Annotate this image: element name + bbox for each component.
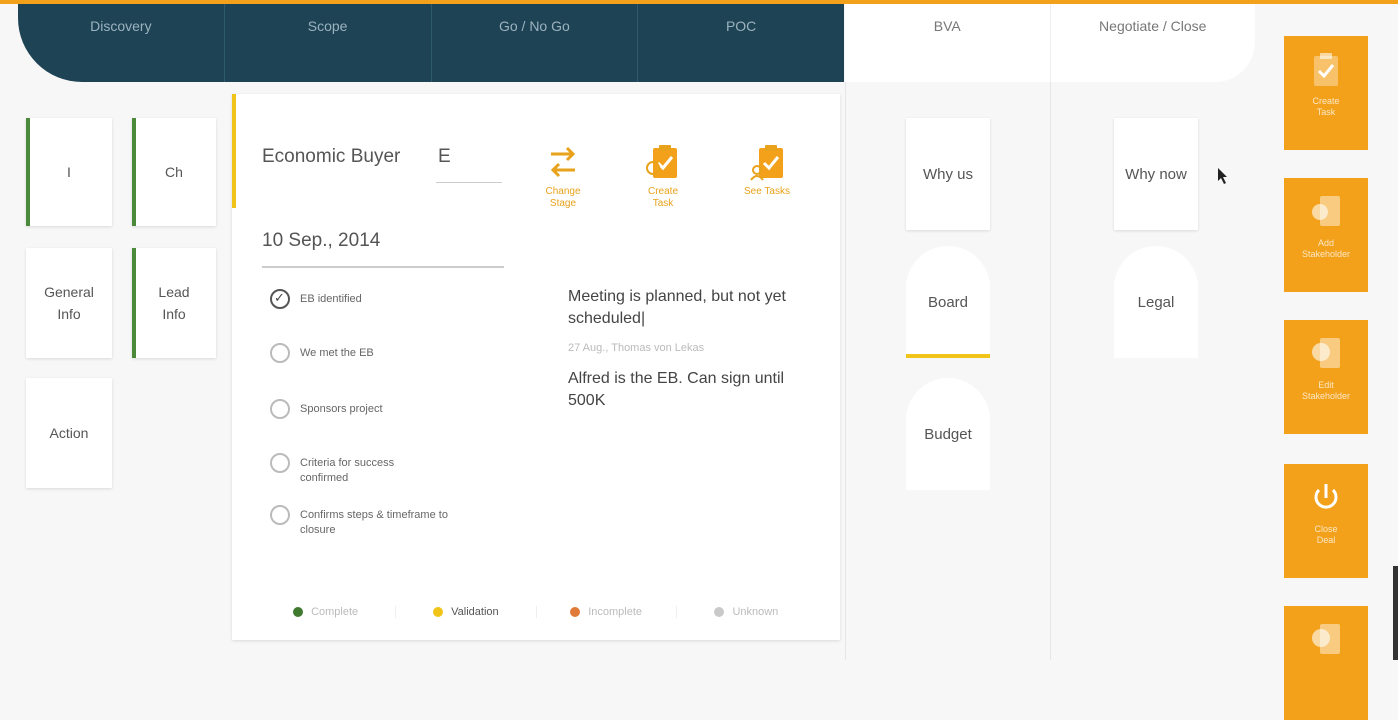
tile-why-us[interactable]: Why us <box>906 118 990 230</box>
date-field[interactable]: 10 Sep., 2014 <box>262 230 380 252</box>
card-label: Action <box>49 425 89 441</box>
legend-label: Unknown <box>732 606 779 618</box>
power-icon <box>1314 484 1338 509</box>
stage-bar-upcoming: BVA Negotiate / Close <box>845 4 1255 82</box>
stage-tab-go-no-go[interactable]: Go / No Go <box>432 4 639 82</box>
checklist-label: EB identified <box>300 293 362 305</box>
card-label: I <box>67 164 71 180</box>
stage-tab-negotiate-close[interactable]: Negotiate / Close <box>1051 4 1256 82</box>
panel-title: Economic Buyer <box>262 146 401 167</box>
stage-tab-discovery[interactable]: Discovery <box>18 4 225 82</box>
tile-label: Legal <box>1137 293 1175 311</box>
sidebar-document-button[interactable] <box>1284 606 1368 720</box>
stage-tab-bva[interactable]: BVA <box>845 4 1051 82</box>
scrollbar[interactable] <box>1393 566 1398 660</box>
see-tasks-label: See Tasks <box>744 186 790 197</box>
checkbox[interactable] <box>270 343 290 363</box>
card-label: Lead Info <box>158 284 190 322</box>
see-tasks-button[interactable]: See Tasks <box>732 142 802 198</box>
card-lead-info[interactable]: Lead Info <box>132 248 216 358</box>
document-icon <box>1312 624 1340 654</box>
sidebar-tile-label: Edit Stakeholder <box>1301 380 1351 401</box>
legend-validation: Validation <box>396 606 537 618</box>
checkbox[interactable] <box>270 399 290 419</box>
sidebar-create-task-button[interactable]: Create Task <box>1284 36 1368 150</box>
stage-tab-scope[interactable]: Scope <box>225 4 432 82</box>
tile-budget[interactable]: Budget <box>906 378 990 490</box>
stage-tab-poc[interactable]: POC <box>638 4 844 82</box>
card-action[interactable]: Action <box>26 378 112 488</box>
change-stage-label: Change Stage <box>545 186 581 209</box>
checklist-item[interactable]: We met the EB <box>270 343 485 366</box>
change-stage-button[interactable]: Change Stage <box>528 142 598 210</box>
card-status-bar <box>132 248 136 358</box>
sidebar-add-stakeholder-button[interactable]: Add Stakeholder <box>1284 178 1368 292</box>
checkbox[interactable] <box>270 505 290 525</box>
sidebar-tile-label: Create Task <box>1312 96 1340 117</box>
sidebar-tile-label: Close Deal <box>1314 524 1338 545</box>
tile-label: Why us <box>922 165 973 183</box>
card-label: General Info <box>44 284 94 322</box>
note-meta: 27 Aug., Thomas von Lekas <box>568 342 705 354</box>
mouse-cursor-icon <box>1218 168 1227 184</box>
economic-buyer-panel: Economic Buyer E 10 Sep., 2014 Change St… <box>232 94 840 640</box>
sidebar-tile-label: Add Stakeholder <box>1301 238 1351 259</box>
abbreviation-underline <box>436 182 502 183</box>
card-status-bar <box>26 118 30 226</box>
abbreviation-field[interactable]: E <box>438 146 451 168</box>
create-task-button[interactable]: Create Task <box>628 142 698 210</box>
clipboard-check-icon <box>1314 53 1338 86</box>
checklist-label: We met the EB <box>300 347 374 359</box>
note-input[interactable]: Meeting is planned, but not yet schedule… <box>568 286 798 330</box>
note-text: Alfred is the EB. Can sign until 500K <box>568 370 785 409</box>
tile-label: Why now <box>1125 165 1187 183</box>
card-ch[interactable]: Ch <box>132 118 216 226</box>
checklist-item[interactable]: Criteria for success confirmed <box>270 453 430 486</box>
sidebar-close-deal-button[interactable]: Close Deal <box>1284 464 1368 578</box>
legend-unknown: Unknown <box>677 606 816 618</box>
card-i[interactable]: I <box>26 118 112 226</box>
tile-legal[interactable]: Legal <box>1114 246 1198 358</box>
card-status-bar <box>132 118 136 226</box>
legend-label: Incomplete <box>588 606 643 618</box>
checklist-label: Sponsors project <box>300 403 383 415</box>
legend-dot <box>714 607 725 617</box>
tile-selected-underline <box>906 354 990 358</box>
person-add-icon <box>1312 196 1340 226</box>
legend-dot <box>433 607 444 617</box>
legend-dot <box>570 607 581 617</box>
sidebar-edit-stakeholder-button[interactable]: Edit Stakeholder <box>1284 320 1368 434</box>
legend-incomplete: Incomplete <box>537 606 677 618</box>
checklist-item[interactable]: Sponsors project <box>270 399 485 422</box>
tile-board[interactable]: Board <box>906 246 990 358</box>
legend-complete: Complete <box>256 606 397 618</box>
checkbox[interactable] <box>270 453 290 473</box>
swap-arrows-icon <box>550 146 576 178</box>
checklist-label: Confirms steps & timeframe to closure <box>300 509 448 536</box>
clipboard-check-icon <box>646 145 677 178</box>
status-legend: Complete Validation Incomplete Unknown <box>256 594 816 630</box>
tile-label: Board <box>927 293 969 311</box>
legend-label: Validation <box>451 606 499 618</box>
column-divider <box>845 82 846 660</box>
checklist-item[interactable]: EB identified <box>270 289 485 312</box>
date-underline <box>262 266 504 268</box>
create-task-label: Create Task <box>647 186 678 209</box>
panel-status-bar <box>232 94 236 208</box>
checklist-item[interactable]: Confirms steps & timeframe to closure <box>270 505 485 538</box>
checkbox-checked[interactable] <box>270 289 290 309</box>
card-label: Ch <box>165 164 183 180</box>
checklist-label: Criteria for success confirmed <box>300 457 395 484</box>
legend-label: Complete <box>311 606 359 618</box>
card-general-info[interactable]: General Info <box>26 248 112 358</box>
person-edit-icon <box>1312 338 1340 368</box>
tile-label: Budget <box>924 425 972 443</box>
clipboard-person-icon <box>750 145 783 181</box>
tile-why-now[interactable]: Why now <box>1114 118 1198 230</box>
stage-bar: Discovery Scope Go / No Go POC <box>18 4 844 82</box>
column-divider <box>1050 82 1051 660</box>
legend-dot <box>293 607 304 617</box>
